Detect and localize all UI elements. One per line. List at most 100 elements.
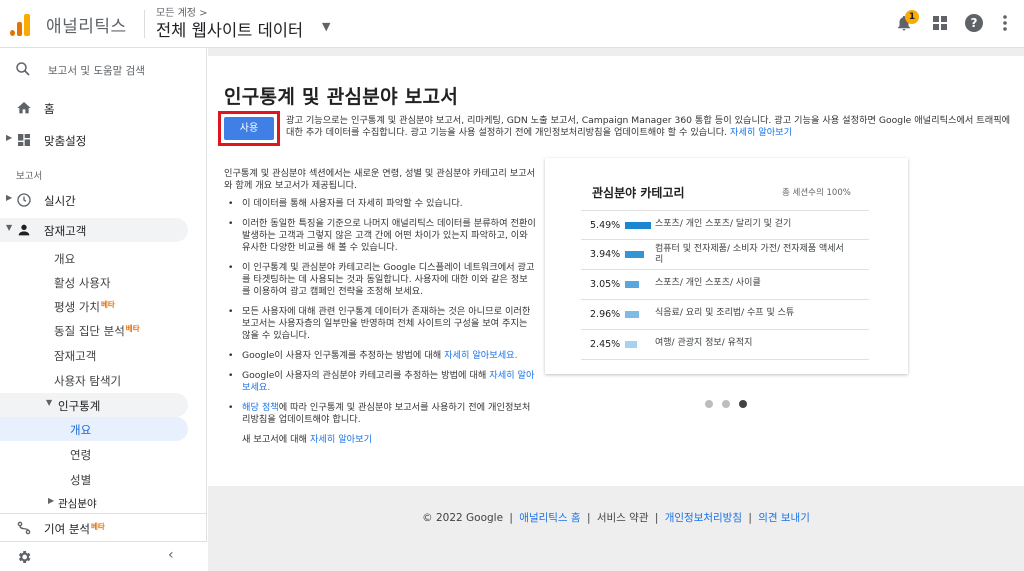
collapse-arrow-icon[interactable]: ▼ bbox=[6, 223, 12, 232]
carousel-dot[interactable] bbox=[705, 400, 713, 408]
sidebar-item-age[interactable]: 연령 bbox=[0, 442, 207, 466]
divider bbox=[144, 10, 145, 38]
sidebar-item-label: 잠재고객 bbox=[54, 349, 97, 363]
list-item: 이 인구통계 및 관심분야 카테고리는 Google 디스플레이 네트워크에서 … bbox=[224, 262, 536, 298]
sidebar-footer: ‹ bbox=[0, 541, 207, 571]
bar bbox=[625, 341, 637, 348]
bar bbox=[625, 281, 639, 288]
enable-button-highlight: 사용 bbox=[218, 111, 280, 146]
footer-link-analytics-home[interactable]: 애널리틱스 홈 bbox=[519, 512, 580, 524]
policy-link[interactable]: 해당 정책 bbox=[242, 402, 279, 413]
demographics-learn-more-link[interactable]: 자세히 알아보세요. bbox=[444, 350, 517, 361]
sidebar-item-audience[interactable]: ▼ 잠재고객 bbox=[0, 218, 188, 242]
chart-row: 2.45% 여행/ 관광지 정보/ 유적지 bbox=[581, 330, 869, 360]
sidebar-item-label: 인구통계 bbox=[58, 399, 101, 413]
beta-badge: 베타 bbox=[90, 522, 105, 531]
sidebar-item-home[interactable]: 홈 bbox=[0, 96, 207, 120]
sidebar-item-label: 개요 bbox=[54, 252, 76, 266]
reports-section-label: 보고서 bbox=[16, 171, 43, 182]
sidebar-item-gender[interactable]: 성별 bbox=[0, 467, 207, 491]
chart-title: 관심분야 카테고리 bbox=[592, 186, 685, 200]
sidebar-item-label: 관심분야 bbox=[58, 498, 97, 510]
view-selector[interactable]: 전체 웹사이트 데이터 bbox=[156, 17, 303, 41]
chart-row: 5.49% 스포츠/ 개인 스포츠/ 달리기 및 걷기 bbox=[581, 210, 869, 240]
ad-features-notice: 광고 기능으로는 인구통계 및 관심분야 보고서, 리마케팅, GDN 노출 보… bbox=[286, 115, 1011, 138]
sidebar-item-active-users[interactable]: 활성 사용자 bbox=[0, 270, 207, 294]
expand-arrow-icon[interactable]: ▶ bbox=[6, 133, 12, 142]
sidebar-item-realtime[interactable]: ▶ 실시간 bbox=[0, 188, 207, 212]
apps-grid-icon[interactable] bbox=[930, 13, 950, 33]
intro-text: 인구통계 및 관심분야 섹션에서는 새로운 연령, 성별 및 관심분야 카테고리… bbox=[224, 168, 536, 191]
category-label: 여행/ 관광지 정보/ 유적지 bbox=[655, 338, 753, 348]
bar bbox=[625, 222, 651, 229]
search-placeholder[interactable]: 보고서 및 도움말 검색 bbox=[48, 63, 145, 78]
sidebar-item-lifetime-value[interactable]: 평생 가치베타 bbox=[0, 294, 207, 318]
report-search[interactable]: 보고서 및 도움말 검색 bbox=[0, 56, 207, 84]
data-label: 2.45% bbox=[590, 339, 621, 350]
sidebar-item-label: 맞춤설정 bbox=[44, 134, 87, 148]
sidebar-item-label: 사용자 탐색기 bbox=[54, 374, 122, 388]
category-label: 식음료/ 요리 및 조리법/ 수프 및 스튜 bbox=[655, 308, 795, 318]
sidebar-item-label: 개요 bbox=[70, 423, 92, 437]
sidebar-item-user-explorer[interactable]: 사용자 탐색기 bbox=[0, 368, 207, 392]
interest-category-chart: 관심분야 카테고리 총 세션수의 100% 5.49% 스포츠/ 개인 스포츠/ … bbox=[545, 158, 908, 374]
sidebar-item-label: 활성 사용자 bbox=[54, 276, 111, 290]
expand-arrow-icon[interactable]: ▶ bbox=[48, 496, 54, 505]
more-vert-icon[interactable] bbox=[995, 13, 1015, 33]
chevron-down-icon[interactable]: ▼ bbox=[322, 20, 330, 33]
product-name[interactable]: 애널리틱스 bbox=[46, 12, 127, 37]
separator: | bbox=[586, 512, 591, 524]
sidebar-item-label: 연령 bbox=[70, 448, 92, 462]
sidebar-item-demographics-overview[interactable]: 개요 bbox=[0, 417, 188, 441]
description-column: 인구통계 및 관심분야 섹션에서는 새로운 연령, 성별 및 관심분야 카테고리… bbox=[224, 168, 536, 446]
sidebar-item-customize[interactable]: ▶ 맞춤설정 bbox=[0, 128, 207, 152]
learn-about-reports: 새 보고서에 대해 자세히 알아보기 bbox=[242, 434, 373, 445]
footer-link-privacy[interactable]: 개인정보처리방침 bbox=[665, 512, 742, 524]
collapse-arrow-icon[interactable]: ▼ bbox=[46, 398, 52, 407]
sidebar-item-interests[interactable]: ▶ 관심분야 bbox=[0, 491, 207, 515]
gear-icon[interactable] bbox=[16, 549, 32, 569]
sidebar-item-label: 잠재고객 bbox=[44, 224, 87, 238]
bar bbox=[625, 311, 639, 318]
beta-badge: 베타 bbox=[100, 300, 115, 309]
learn-more-link[interactable]: 자세히 알아보기 bbox=[730, 127, 792, 138]
collapse-sidebar-icon[interactable]: ‹ bbox=[168, 547, 174, 563]
separator: | bbox=[748, 512, 752, 524]
sidebar-item-overview[interactable]: 개요 bbox=[0, 246, 207, 270]
list-item: 해당 정책에 따라 인구통계 및 관심분야 보고서를 사용하기 전에 개인정보처… bbox=[224, 402, 536, 426]
list-item: Google이 사용자의 관심분야 카테고리를 추정하는 방법에 대해 자세히 … bbox=[224, 370, 536, 394]
main-content: 인구통계 및 관심분야 보고서 사용 광고 기능으로는 인구통계 및 관심분야 … bbox=[208, 48, 1024, 571]
beta-badge: 베타 bbox=[125, 324, 140, 333]
category-label: 컴퓨터 및 전자제품/ 소비자 가전/ 전자제품 액세서리 bbox=[655, 244, 844, 265]
report-card: 인구통계 및 관심분야 보고서 사용 광고 기능으로는 인구통계 및 관심분야 … bbox=[208, 56, 1024, 486]
page-title: 인구통계 및 관심분야 보고서 bbox=[224, 86, 459, 108]
chart-row: 3.05% 스포츠/ 개인 스포츠/ 사이클 bbox=[581, 270, 869, 300]
separator: | bbox=[654, 512, 659, 524]
clock-icon bbox=[16, 192, 32, 208]
sidebar: 보고서 및 도움말 검색 홈 ▶ 맞춤설정 보고서 ▶ 실시간 ▼ 잠재고객 개… bbox=[0, 48, 207, 571]
list-item: 이러한 동일한 특징을 기준으로 나머지 애널리틱스 데이터를 분류하여 전환이… bbox=[224, 218, 536, 254]
footer-link-terms[interactable]: 서비스 약관 bbox=[597, 512, 649, 524]
chart-subtitle: 총 세션수의 100% bbox=[782, 188, 851, 198]
category-label: 스포츠/ 개인 스포츠/ 달리기 및 걷기 bbox=[655, 219, 792, 229]
carousel-dot[interactable] bbox=[722, 400, 730, 408]
analytics-logo-icon[interactable] bbox=[10, 12, 32, 36]
sidebar-item-demographics[interactable]: ▼ 인구통계 bbox=[0, 393, 188, 417]
list-item: Google이 사용자 인구통계를 추정하는 방법에 대해 자세히 알아보세요. bbox=[224, 350, 536, 362]
footer-link-feedback[interactable]: 의견 보내기 bbox=[758, 512, 810, 524]
carousel-dot[interactable] bbox=[739, 400, 747, 408]
sidebar-item-label: 실시간 bbox=[44, 194, 76, 208]
expand-arrow-icon[interactable]: ▶ bbox=[6, 193, 12, 202]
list-item: 모든 사용자에 대해 관련 인구통계 데이터가 존재하는 것은 아니므로 이러한… bbox=[224, 306, 536, 342]
enable-button[interactable]: 사용 bbox=[224, 117, 274, 140]
reports-learn-more-link[interactable]: 자세히 알아보기 bbox=[310, 434, 372, 445]
dashboard-icon bbox=[16, 132, 32, 148]
bar bbox=[625, 251, 644, 258]
help-icon[interactable]: ? bbox=[965, 14, 983, 32]
sidebar-item-label: 동질 집단 분석베타 bbox=[54, 324, 140, 338]
sidebar-item-cohort-analysis[interactable]: 동질 집단 분석베타 bbox=[0, 318, 207, 342]
notifications-count-badge: 1 bbox=[905, 10, 919, 24]
sidebar-item-attribution[interactable]: 기여 분석베타 bbox=[0, 513, 207, 539]
sidebar-item-audiences[interactable]: 잠재고객 bbox=[0, 343, 207, 367]
copyright: © 2022 Google bbox=[422, 512, 504, 524]
